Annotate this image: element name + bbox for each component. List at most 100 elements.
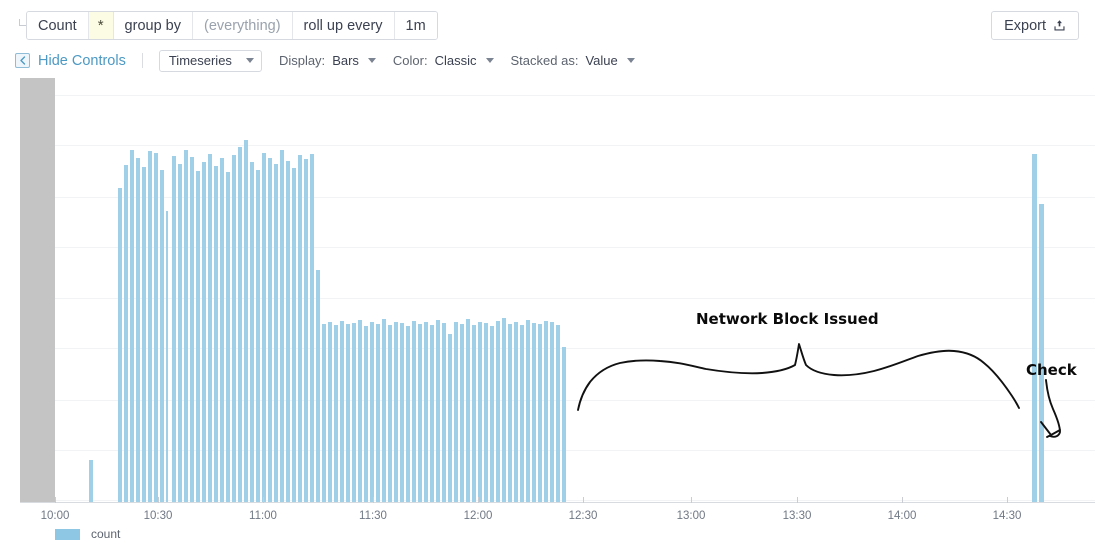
query-aggregation[interactable]: Count — [27, 12, 89, 39]
bar[interactable] — [280, 150, 284, 502]
bar[interactable] — [208, 154, 212, 502]
bar[interactable] — [550, 322, 554, 502]
upload-icon — [1053, 19, 1066, 32]
bar[interactable] — [484, 323, 488, 502]
bar[interactable] — [304, 159, 308, 502]
query-group-by-value[interactable]: (everything) — [192, 12, 293, 39]
bar[interactable] — [262, 153, 266, 502]
bar[interactable] — [334, 325, 338, 502]
bar[interactable] — [226, 172, 230, 502]
bar[interactable] — [124, 165, 128, 502]
bar[interactable] — [424, 322, 428, 502]
bar[interactable] — [148, 151, 152, 502]
chevron-down-icon — [485, 58, 494, 63]
bar[interactable] — [466, 319, 470, 502]
bar[interactable] — [142, 167, 146, 502]
bar[interactable] — [508, 324, 512, 502]
bar[interactable] — [490, 326, 494, 502]
bar[interactable] — [442, 323, 446, 502]
bar[interactable] — [418, 324, 422, 502]
color-select[interactable]: Classic — [435, 53, 494, 68]
bar[interactable] — [544, 321, 548, 502]
bar[interactable] — [412, 321, 416, 502]
bar[interactable] — [520, 325, 524, 502]
bar[interactable] — [202, 162, 206, 502]
bar[interactable] — [196, 171, 200, 502]
bar[interactable] — [562, 347, 566, 502]
x-axis-label: 11:00 — [249, 510, 277, 522]
bar[interactable] — [89, 460, 93, 502]
bar[interactable] — [454, 322, 458, 502]
bar[interactable] — [130, 150, 134, 502]
bar[interactable] — [556, 325, 560, 502]
stacked-label: Stacked as: — [510, 53, 579, 68]
bar[interactable] — [154, 153, 158, 502]
bar[interactable] — [286, 161, 290, 502]
bar[interactable] — [502, 318, 506, 502]
bar[interactable] — [316, 270, 320, 502]
bar[interactable] — [298, 155, 302, 502]
bar[interactable] — [1032, 154, 1037, 502]
bar[interactable] — [310, 154, 314, 502]
bar[interactable] — [1039, 204, 1044, 502]
bar[interactable] — [250, 162, 254, 502]
bar[interactable] — [514, 322, 518, 502]
bar[interactable] — [394, 322, 398, 502]
display-value: Bars — [332, 53, 359, 68]
bar[interactable] — [160, 170, 164, 502]
bar[interactable] — [532, 323, 536, 502]
bar[interactable] — [526, 320, 530, 502]
bar[interactable] — [448, 334, 452, 502]
display-label: Display: — [278, 53, 326, 68]
bar[interactable] — [340, 321, 344, 502]
bar[interactable] — [388, 325, 392, 502]
display-select[interactable]: Bars — [332, 53, 376, 68]
bar[interactable] — [184, 150, 188, 502]
bar[interactable] — [538, 324, 542, 502]
bar[interactable] — [376, 324, 380, 502]
stacked-value: Value — [585, 53, 618, 68]
bar[interactable] — [430, 325, 434, 502]
bar[interactable] — [370, 322, 374, 502]
chart-type-select[interactable]: Timeseries — [158, 49, 262, 72]
bar[interactable] — [118, 188, 122, 502]
bar[interactable] — [136, 158, 140, 502]
x-axis-tick — [263, 497, 264, 503]
bar[interactable] — [292, 168, 296, 502]
bar[interactable] — [406, 326, 410, 502]
hide-controls-button[interactable]: Hide Controls — [15, 53, 126, 69]
bar[interactable] — [364, 326, 368, 502]
bar[interactable] — [436, 320, 440, 502]
bar[interactable] — [460, 324, 464, 502]
bar[interactable] — [166, 211, 168, 502]
bar[interactable] — [268, 158, 272, 502]
bar[interactable] — [478, 322, 482, 502]
bar[interactable] — [346, 324, 350, 502]
bar[interactable] — [358, 320, 362, 502]
query-rollup-value[interactable]: 1m — [394, 12, 437, 39]
export-button[interactable]: Export — [991, 11, 1079, 40]
bar[interactable] — [238, 147, 242, 502]
x-axis-tick — [478, 497, 479, 503]
bar-series-count[interactable] — [0, 78, 1095, 502]
bar[interactable] — [214, 166, 218, 502]
bar[interactable] — [220, 158, 224, 502]
bar[interactable] — [400, 323, 404, 502]
bar[interactable] — [190, 157, 194, 502]
bar[interactable] — [382, 319, 386, 502]
bar[interactable] — [496, 321, 500, 502]
stacked-select[interactable]: Value — [585, 53, 635, 68]
bar[interactable] — [178, 164, 182, 502]
bar[interactable] — [232, 155, 236, 502]
bar[interactable] — [352, 323, 356, 502]
bar[interactable] — [328, 322, 332, 502]
bar[interactable] — [472, 325, 476, 502]
bar[interactable] — [172, 156, 176, 502]
bar[interactable] — [244, 140, 248, 502]
query-group-by-label[interactable]: group by — [113, 12, 193, 39]
query-field[interactable]: * — [88, 12, 114, 39]
bar[interactable] — [274, 164, 278, 502]
query-rollup-label[interactable]: roll up every — [292, 12, 395, 39]
bar[interactable] — [256, 170, 260, 502]
bar[interactable] — [322, 324, 326, 502]
